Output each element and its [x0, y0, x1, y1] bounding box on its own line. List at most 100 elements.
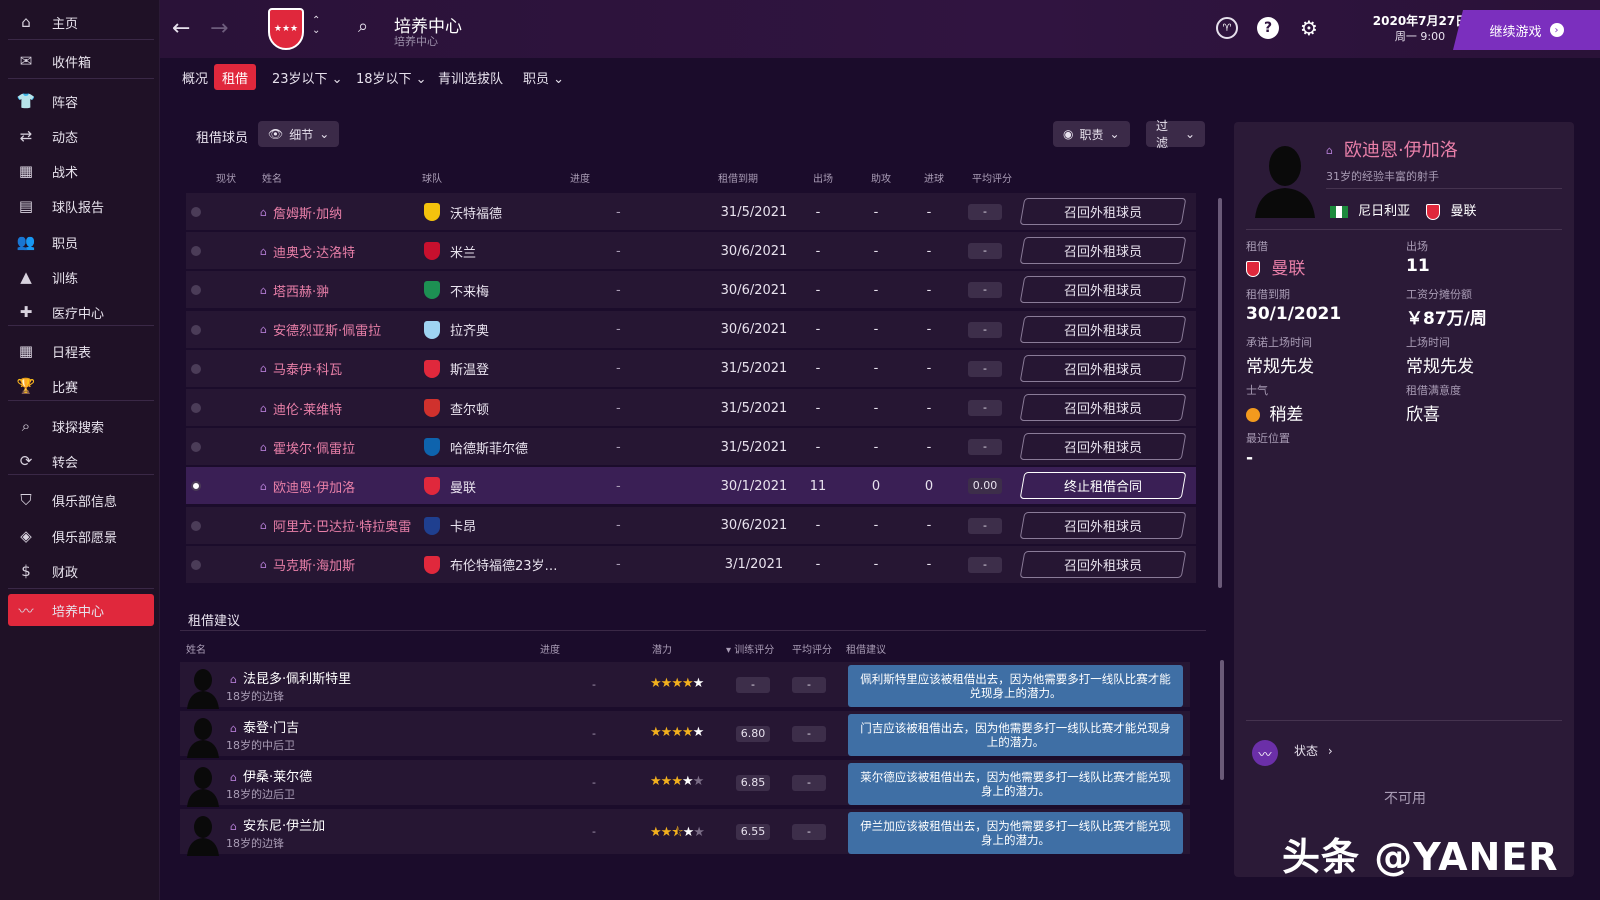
- loan-advice-box[interactable]: 佩利斯特里应该被租借出去，因为他需要多打一线队比赛才能兑现身上的潜力。: [848, 665, 1183, 707]
- sug-col-progress[interactable]: 进度: [540, 641, 560, 656]
- sidebar-item-1[interactable]: ✉ 收件箱: [8, 45, 154, 77]
- player-name[interactable]: 马克斯·海加斯: [273, 555, 355, 574]
- club-cell[interactable]: 曼联: [424, 467, 476, 505]
- suggestion-row[interactable]: ⌂ 安东尼·伊兰加 18岁的边锋 - ★★⯪★★ 6.55- 伊兰加应该被租借出去，因为他需…: [180, 809, 1190, 856]
- player-name-cell[interactable]: ⌂ 安德烈亚斯·佩雷拉: [260, 311, 381, 349]
- settings-gear-icon[interactable]: ⚙: [1298, 16, 1320, 40]
- club-cell[interactable]: 拉齐奥: [424, 311, 489, 349]
- sidebar-item-13[interactable]: ⛉ 俱乐部信息: [8, 484, 154, 516]
- loan-action-button[interactable]: 召回外租球员: [1019, 315, 1187, 343]
- suggestion-row[interactable]: ⌂ 伊桑·莱尔德 18岁的边后卫 - ★★★★★ 6.85- 莱尔德应该被租借出去，因为他需…: [180, 760, 1190, 807]
- panel-player-name[interactable]: 欧迪恩·伊加洛: [1344, 136, 1458, 162]
- game-date[interactable]: 2020年7月27日 周一 9:00: [1370, 14, 1470, 44]
- player-name[interactable]: 塔西赫·翀: [273, 281, 329, 300]
- table-row[interactable]: ⌂ 马泰伊·科瓦 斯温登 -31/5/2021- - - - 召回外租球员: [186, 349, 1196, 388]
- suggestion-row[interactable]: ⌂ 法昆多·佩利斯特里 18岁的边锋 - ★★★★★ - - 佩利斯特里应该被租借出去，因为他…: [180, 662, 1190, 709]
- col-name[interactable]: 姓名: [262, 170, 282, 185]
- club-cell[interactable]: 斯温登: [424, 350, 489, 388]
- player-name-cell[interactable]: ⌂ 欧迪恩·伊加洛: [260, 467, 355, 505]
- player-name-cell[interactable]: ⌂ 塔西赫·翀: [260, 271, 329, 309]
- sidebar-item-14[interactable]: ◈ 俱乐部愿景: [8, 520, 154, 552]
- sug-col-avg[interactable]: 平均评分: [792, 641, 832, 656]
- tab-1[interactable]: 租借: [214, 64, 257, 90]
- loan-action-button[interactable]: 终止租借合同: [1019, 472, 1187, 500]
- table-row[interactable]: ⌂ 詹姆斯·加纳 沃特福德 - 31/5/2021 - - - - 召回外租球员: [186, 193, 1196, 231]
- ideas-bulb-icon[interactable]: ♈: [1216, 17, 1238, 39]
- sidebar-item-5[interactable]: ▤ 球队报告: [8, 190, 154, 222]
- table-row[interactable]: ⌂ 马克斯·海加斯 布伦特福德23岁… -3/1/2021- - - - 召回外租球员: [186, 545, 1196, 584]
- suggestion-player[interactable]: ⌂ 法昆多·佩利斯特里: [230, 668, 351, 687]
- table-row[interactable]: ⌂ 安德烈亚斯·佩雷拉 拉齐奥 -30/6/2021- - - - 召回外租球员: [186, 310, 1196, 349]
- sidebar-item-16[interactable]: 〰 培养中心: [8, 594, 154, 626]
- loan-advice-box[interactable]: 伊兰加应该被租借出去，因为他需要多打一线队比赛才能兑现身上的潜力。: [848, 812, 1183, 854]
- help-icon[interactable]: ?: [1257, 17, 1279, 39]
- row-status-radio[interactable]: [191, 481, 201, 492]
- tab-3[interactable]: 18岁以下 ⌄: [348, 64, 435, 90]
- loan-club[interactable]: 曼联: [1246, 254, 1305, 279]
- col-avg[interactable]: 平均评分: [972, 170, 1012, 185]
- loan-action-button[interactable]: 召回外租球员: [1019, 433, 1187, 461]
- loan-action-button[interactable]: 召回外租球员: [1019, 276, 1187, 304]
- sug-col-potential[interactable]: 潜力: [652, 641, 672, 656]
- sidebar-item-0[interactable]: ⌂ 主页: [8, 6, 154, 38]
- loan-action-button[interactable]: 召回外租球员: [1019, 511, 1187, 539]
- club-cell[interactable]: 卡昂: [424, 507, 476, 545]
- player-name[interactable]: 阿里尤·巴达拉·特拉奥雷: [273, 516, 411, 535]
- player-name[interactable]: 迪奥戈·达洛特: [273, 242, 355, 261]
- sidebar-item-6[interactable]: 👥 职员: [8, 226, 154, 258]
- table-row[interactable]: ⌂ 迪奥戈·达洛特 米兰 -30/6/2021- - - - 召回外租球员: [186, 232, 1196, 271]
- row-status-radio[interactable]: [191, 324, 201, 335]
- player-name[interactable]: 詹姆斯·加纳: [273, 203, 342, 222]
- row-status-radio[interactable]: [191, 246, 201, 257]
- tab-4[interactable]: 青训选拔队: [430, 64, 511, 90]
- row-status-radio[interactable]: [191, 559, 201, 570]
- col-apps[interactable]: 出场: [813, 170, 833, 185]
- col-status[interactable]: 现状: [216, 170, 236, 185]
- club-cell[interactable]: 沃特福德: [424, 193, 502, 231]
- tab-5[interactable]: 职员 ⌄: [515, 64, 572, 90]
- sug-col-training[interactable]: ▾ 训练评分: [726, 641, 774, 656]
- club-cell[interactable]: 哈德斯菲尔德: [424, 428, 528, 466]
- sug-col-name[interactable]: 姓名: [186, 641, 206, 656]
- suggestion-player[interactable]: ⌂ 安东尼·伊兰加: [230, 815, 325, 834]
- player-name-cell[interactable]: ⌂ 马克斯·海加斯: [260, 546, 355, 584]
- tab-0[interactable]: 概况: [174, 64, 216, 90]
- table-row[interactable]: ⌂ 塔西赫·翀 不来梅 -30/6/2021- - - - 召回外租球员: [186, 271, 1196, 310]
- back-arrow-icon[interactable]: ←: [172, 16, 190, 41]
- player-name[interactable]: 欧迪恩·伊加洛: [273, 477, 355, 496]
- row-status-radio[interactable]: [191, 520, 201, 531]
- sidebar-item-7[interactable]: ▲ 训练: [8, 261, 154, 293]
- search-icon[interactable]: ⌕: [358, 16, 368, 37]
- detail-view-button[interactable]: 👁 细节 ⌄: [258, 121, 340, 147]
- continue-button[interactable]: 继续游戏 ›: [1453, 10, 1600, 50]
- role-filter-button[interactable]: ◉ 职责 ⌄: [1053, 121, 1130, 147]
- loans-scrollbar[interactable]: [1218, 198, 1222, 588]
- tab-2[interactable]: 23岁以下 ⌄: [264, 64, 351, 90]
- player-name-cell[interactable]: ⌂ 霍埃尔·佩雷拉: [260, 428, 355, 466]
- status-link[interactable]: 状态 ›: [1294, 742, 1333, 759]
- club-switcher-chevron-icon[interactable]: ⌃ ⌄: [312, 16, 320, 36]
- player-name[interactable]: 霍埃尔·佩雷拉: [273, 438, 355, 457]
- club-cell[interactable]: 布伦特福德23岁…: [424, 546, 558, 584]
- table-row[interactable]: ⌂ 阿里尤·巴达拉·特拉奥雷 卡昂 -30/6/2021- - - - 召回外租球员: [186, 506, 1196, 545]
- sug-col-advice[interactable]: 租借建议: [846, 641, 886, 656]
- suggestion-player[interactable]: ⌂ 泰登·门吉: [230, 717, 299, 736]
- sidebar-item-9[interactable]: ▦ 日程表: [8, 335, 154, 367]
- sidebar-item-11[interactable]: ⌕ 球探搜索: [8, 410, 154, 442]
- suggestion-player[interactable]: ⌂ 伊桑·莱尔德: [230, 766, 312, 785]
- row-status-radio[interactable]: [191, 363, 201, 374]
- loan-action-button[interactable]: 召回外租球员: [1019, 550, 1187, 578]
- sidebar-item-2[interactable]: 👕 阵容: [8, 85, 154, 117]
- table-row[interactable]: ⌂ 迪伦·莱维特 查尔顿 - 31/5/2021 - - - - 召回外租球员: [186, 389, 1196, 427]
- col-expiry[interactable]: 租借到期: [718, 170, 758, 185]
- player-name-cell[interactable]: ⌂ 迪奥戈·达洛特: [260, 232, 355, 270]
- sidebar-item-8[interactable]: ✚ 医疗中心: [8, 296, 154, 328]
- sidebar-item-10[interactable]: 🏆 比赛: [8, 370, 154, 402]
- loan-action-button[interactable]: 召回外租球员: [1019, 198, 1187, 225]
- row-status-radio[interactable]: [191, 442, 201, 453]
- row-status-radio[interactable]: [191, 207, 201, 217]
- loan-action-button[interactable]: 召回外租球员: [1019, 237, 1187, 265]
- player-name[interactable]: 迪伦·莱维特: [273, 399, 342, 418]
- loan-action-button[interactable]: 召回外租球员: [1019, 354, 1187, 382]
- col-club[interactable]: 球队: [422, 170, 442, 185]
